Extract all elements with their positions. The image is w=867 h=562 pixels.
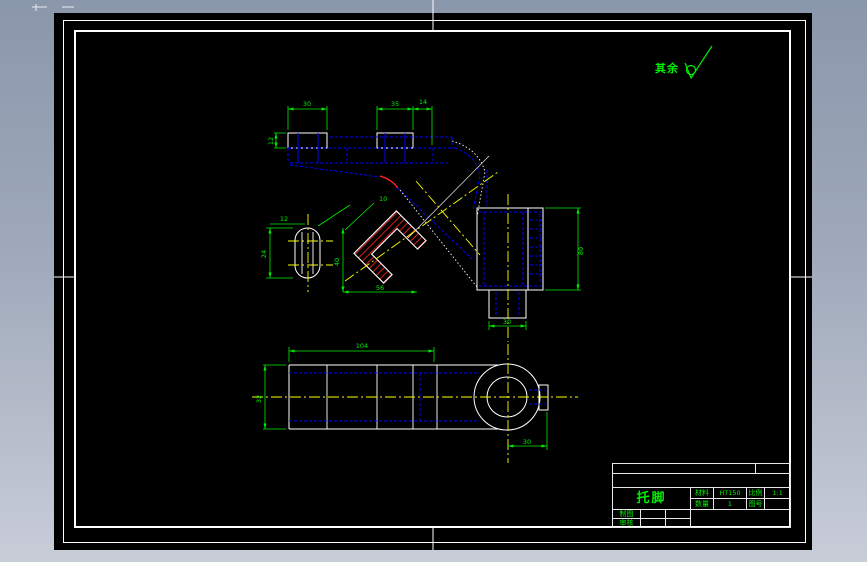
dim-boss-height: 80 bbox=[577, 247, 585, 255]
dim-pad2-width: 35 bbox=[391, 100, 399, 108]
checker-name-cell bbox=[640, 518, 666, 528]
dim-pad1-width: 30 bbox=[303, 100, 311, 108]
company-cell bbox=[690, 509, 791, 528]
checker-date-cell bbox=[665, 518, 691, 528]
title-block: 托脚 材料 HT150 比例 1:1 数量 1 图号 制图 审核 bbox=[612, 463, 791, 528]
dim-slot-width: 12 bbox=[280, 215, 288, 223]
dim-pad-height: 12 bbox=[267, 137, 275, 145]
dim-section-thickness: 10 bbox=[379, 195, 387, 203]
cad-viewport[interactable]: 30 35 14 12 80 30 40 56 10 24 12 104 32 … bbox=[0, 0, 867, 562]
boss-view: 80 30 bbox=[476, 194, 585, 342]
dim-arm-width: 32 bbox=[255, 395, 263, 403]
slot-view: 24 12 bbox=[260, 214, 333, 292]
dim-section-width: 56 bbox=[376, 284, 384, 292]
dim-eye-offset: 30 bbox=[523, 438, 531, 446]
title-block-strip2 bbox=[612, 473, 791, 488]
rotated-section-view: 40 56 10 bbox=[317, 171, 499, 294]
dim-section-depth: 40 bbox=[333, 258, 341, 266]
surface-note: 其余 bbox=[655, 62, 679, 75]
dim-slot-height: 24 bbox=[260, 250, 268, 258]
plan-view: 104 32 30 bbox=[252, 342, 578, 463]
front-view: 30 35 14 12 bbox=[267, 98, 490, 288]
dim-boss-neck: 30 bbox=[503, 318, 511, 326]
roughness-icon bbox=[684, 45, 713, 80]
dim-pad3-width: 14 bbox=[419, 98, 427, 106]
checker-label: 审核 bbox=[612, 518, 641, 528]
part-name: 托脚 bbox=[612, 487, 691, 510]
dim-arm-length: 104 bbox=[356, 342, 368, 350]
